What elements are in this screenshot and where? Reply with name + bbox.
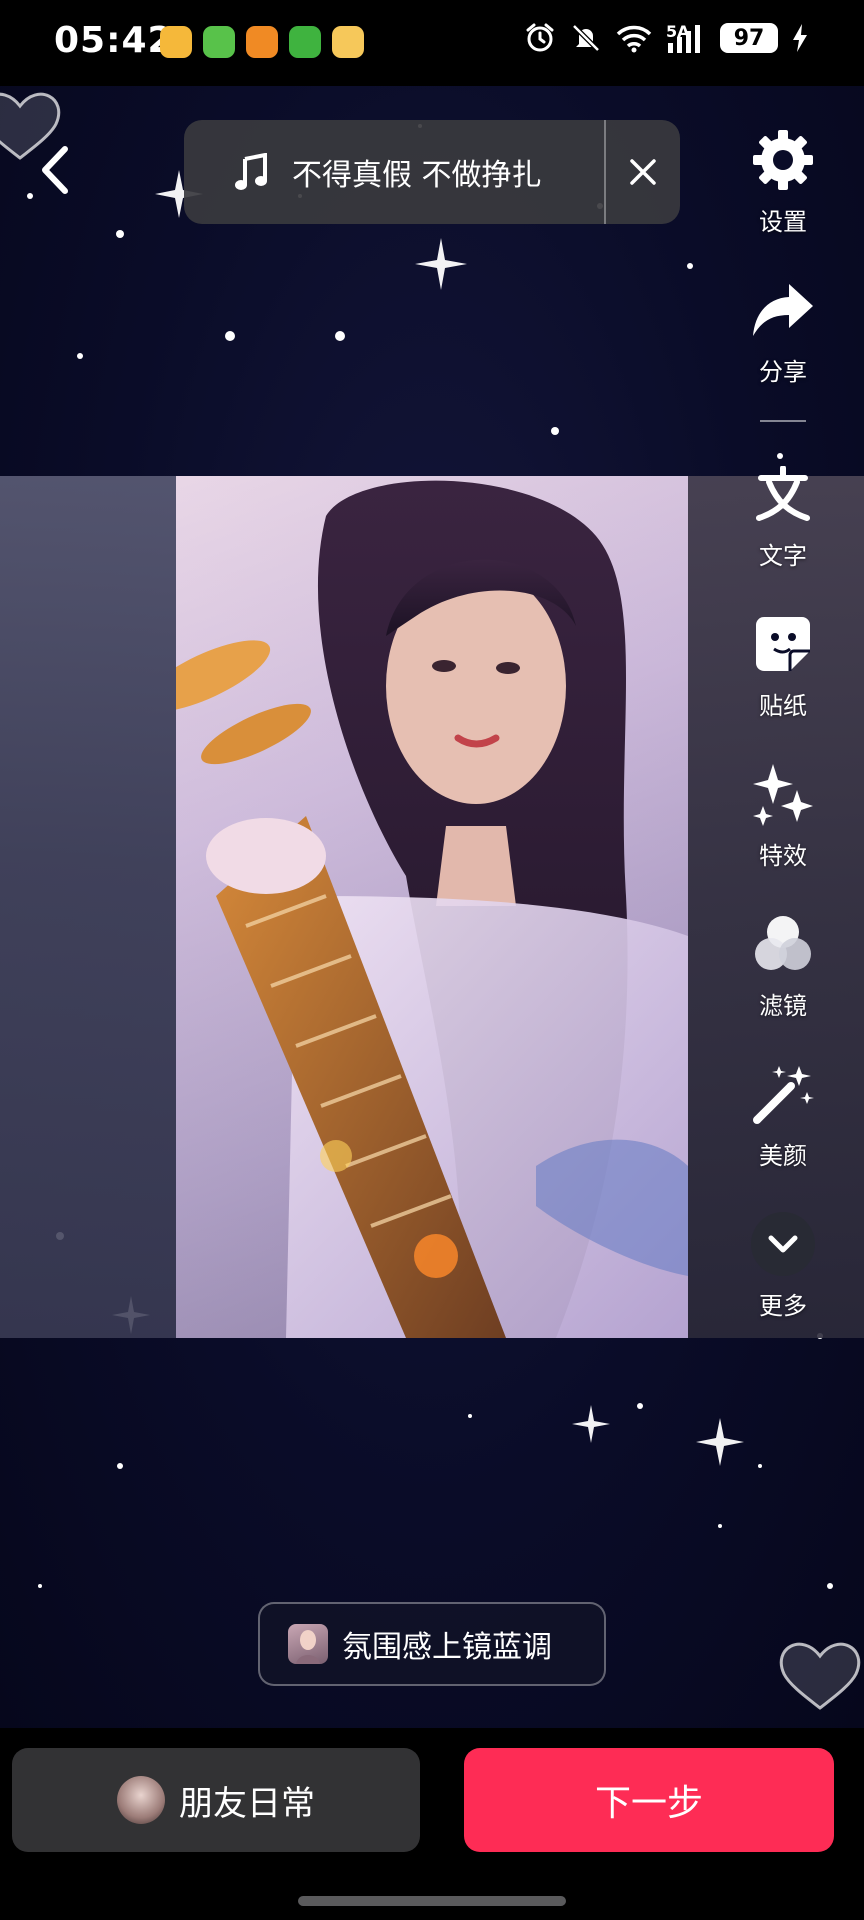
- effects-button[interactable]: 特效: [738, 760, 828, 871]
- music-title[interactable]: 不得真假 不做挣扎: [292, 150, 582, 194]
- app-green-icon: [203, 26, 235, 58]
- avatar: [117, 1776, 165, 1824]
- beauty-button[interactable]: 美颜: [738, 1060, 828, 1171]
- magic-wand-icon: [749, 1060, 817, 1128]
- share-button[interactable]: 分享: [738, 276, 828, 387]
- video-preview[interactable]: [0, 476, 864, 1338]
- music-selector[interactable]: 不得真假 不做挣扎: [184, 120, 680, 224]
- signal-icon: [668, 25, 700, 53]
- more-label: 更多: [759, 1292, 807, 1320]
- notification-icons: [160, 26, 364, 58]
- app-orange-icon: [246, 26, 278, 58]
- more-button[interactable]: 更多: [738, 1210, 828, 1321]
- effects-label: 特效: [759, 842, 807, 870]
- status-indicators: 97: [524, 22, 808, 54]
- charging-icon: [793, 24, 807, 52]
- wifi-icon: [616, 25, 652, 53]
- back-button[interactable]: [30, 140, 80, 200]
- template-thumbnail: [288, 1624, 328, 1664]
- text-label: 文字: [759, 542, 807, 570]
- filter-label: 滤镜: [759, 992, 807, 1020]
- blurred-right-fill: [688, 476, 864, 1338]
- weibo-icon: [160, 26, 192, 58]
- share-label: 分享: [759, 358, 807, 386]
- template-label: 氛围感上镜蓝调: [342, 1630, 552, 1665]
- settings-button[interactable]: 设置: [738, 126, 828, 237]
- friends-daily-button[interactable]: 朋友日常: [12, 1748, 420, 1852]
- bottom-action-bar: 朋友日常 下一步: [0, 1728, 864, 1920]
- video-frame-image: [176, 476, 688, 1338]
- sticker-button[interactable]: 贴纸: [738, 610, 828, 721]
- next-step-button[interactable]: 下一步: [464, 1748, 834, 1852]
- settings-label: 设置: [759, 208, 807, 236]
- filter-button[interactable]: 滤镜: [738, 910, 828, 1021]
- gear-icon: [749, 126, 817, 194]
- editor-canvas[interactable]: [0, 86, 864, 1728]
- template-chip[interactable]: 氛围感上镜蓝调: [258, 1602, 606, 1686]
- alarm-icon: [526, 23, 554, 52]
- sticker-icon: [749, 610, 817, 678]
- chevron-left-icon: [42, 146, 68, 194]
- battery-indicator: 97: [720, 23, 778, 53]
- beauty-label: 美颜: [759, 1142, 807, 1170]
- status-bar: 05:42 5A 97: [0, 0, 864, 86]
- remove-music-button[interactable]: [606, 120, 680, 224]
- battery-level: 97: [733, 25, 765, 51]
- mute-icon: [572, 24, 600, 52]
- sparkles-icon: [749, 760, 817, 828]
- home-indicator[interactable]: [298, 1896, 566, 1906]
- close-icon: [630, 159, 656, 185]
- share-arrow-icon: [749, 276, 817, 344]
- filter-circles-icon: [749, 910, 817, 978]
- toolbar-divider: [760, 420, 806, 422]
- music-note-icon: [222, 153, 280, 191]
- status-time: 05:42: [54, 20, 174, 61]
- wechat-icon: [289, 26, 321, 58]
- text-button[interactable]: 文字: [738, 460, 828, 571]
- sticker-label: 贴纸: [759, 692, 807, 720]
- text-icon: [749, 460, 817, 528]
- friends-daily-label: 朋友日常: [179, 1783, 315, 1824]
- portrait-illustration: [176, 476, 688, 1338]
- blurred-left-fill: [0, 476, 176, 1338]
- app-yellow-icon: [332, 26, 364, 58]
- more-chevron-icon: [749, 1210, 817, 1278]
